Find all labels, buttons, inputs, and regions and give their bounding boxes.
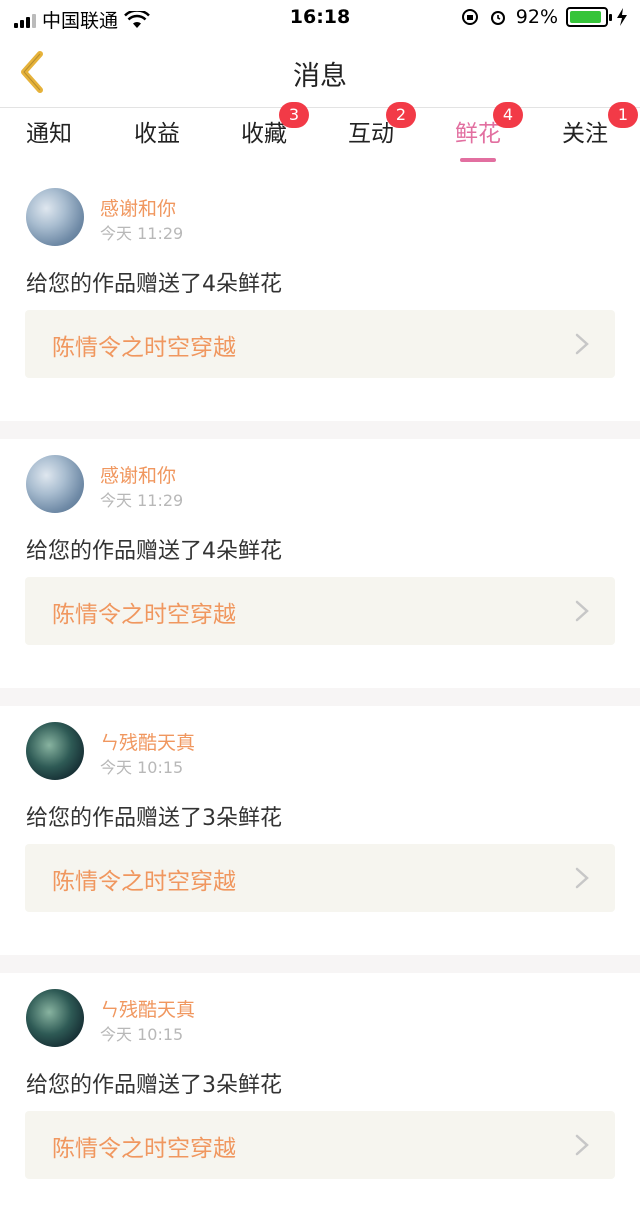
count-badge: 1 (608, 102, 638, 128)
chevron-right-icon (575, 867, 589, 889)
divider (0, 421, 640, 439)
work-title: 陈情令之时空穿越 (52, 1136, 236, 1162)
work-title: 陈情令之时空穿越 (52, 335, 236, 361)
chevron-right-icon (575, 333, 589, 355)
timestamp: 今天 10:15 (100, 758, 184, 777)
message-text: 给您的作品赠送了4朵鲜花 (26, 539, 282, 564)
status-bar: 中国联通 16:18 92% (0, 0, 640, 36)
user-name[interactable]: 感谢和你 (100, 194, 176, 221)
message-text: 给您的作品赠送了3朵鲜花 (26, 806, 282, 831)
work-title: 陈情令之时空穿越 (52, 869, 236, 895)
tab-earnings[interactable]: 收益 (134, 114, 180, 164)
message-text: 给您的作品赠送了4朵鲜花 (26, 272, 282, 297)
tab-label: 收益 (134, 121, 180, 147)
active-tab-indicator (460, 158, 496, 162)
work-link[interactable]: 陈情令之时空穿越 (25, 577, 615, 645)
status-right: 92% (460, 6, 628, 28)
timestamp: 今天 11:29 (100, 224, 184, 243)
count-badge: 3 (279, 102, 309, 128)
tab-interactions[interactable]: 互动 2 (348, 102, 416, 164)
avatar[interactable] (26, 188, 84, 246)
chevron-right-icon (575, 600, 589, 622)
message-card: ㄣ残酷天真 今天 10:15 给您的作品赠送了3朵鲜花 陈情令之时空穿越 (0, 706, 640, 955)
message-card: 感谢和你 今天 11:29 给您的作品赠送了4朵鲜花 陈情令之时空穿越 (0, 439, 640, 688)
work-link[interactable]: 陈情令之时空穿越 (25, 310, 615, 378)
battery-fill (570, 11, 602, 23)
tab-label: 关注 (562, 121, 608, 147)
timestamp: 今天 10:15 (100, 1025, 184, 1044)
tab-notifications[interactable]: 通知 (26, 114, 72, 164)
user-name[interactable]: 感谢和你 (100, 461, 176, 488)
tab-label: 收藏 (241, 121, 287, 147)
message-card: 感谢和你 今天 11:29 给您的作品赠送了4朵鲜花 陈情令之时空穿越 (0, 172, 640, 421)
battery-percent: 92% (515, 6, 558, 28)
tab-flowers[interactable]: 鲜花 4 (455, 102, 523, 164)
work-link[interactable]: 陈情令之时空穿越 (25, 1111, 615, 1179)
message-feed: 感谢和你 今天 11:29 给您的作品赠送了4朵鲜花 陈情令之时空穿越 感谢和你… (0, 172, 640, 1222)
user-name[interactable]: ㄣ残酷天真 (100, 728, 195, 755)
avatar[interactable] (26, 455, 84, 513)
orientation-lock-icon (461, 9, 478, 25)
avatar[interactable] (26, 989, 84, 1047)
avatar[interactable] (26, 722, 84, 780)
divider (0, 688, 640, 706)
tab-label: 鲜花 (455, 121, 501, 147)
battery-icon (566, 7, 612, 27)
tab-label: 通知 (26, 121, 72, 147)
tab-bar: 通知 收益 收藏 3 互动 2 鲜花 4 关注 1 (0, 102, 640, 172)
work-link[interactable]: 陈情令之时空穿越 (25, 844, 615, 912)
count-badge: 2 (386, 102, 416, 128)
user-name[interactable]: ㄣ残酷天真 (100, 995, 195, 1022)
divider (0, 955, 640, 973)
tab-following[interactable]: 关注 1 (562, 102, 638, 164)
page-title: 消息 (293, 61, 347, 92)
timestamp: 今天 11:29 (100, 491, 184, 510)
message-text: 给您的作品赠送了3朵鲜花 (26, 1073, 282, 1098)
tab-favorites[interactable]: 收藏 3 (241, 102, 309, 164)
charging-icon (617, 8, 627, 26)
message-card: ㄣ残酷天真 今天 10:15 给您的作品赠送了3朵鲜花 陈情令之时空穿越 (0, 973, 640, 1222)
count-badge: 4 (493, 102, 523, 128)
tab-label: 互动 (348, 121, 394, 147)
alarm-icon (490, 11, 505, 25)
work-title: 陈情令之时空穿越 (52, 602, 236, 628)
nav-bar: 消息 (0, 36, 640, 108)
chevron-right-icon (575, 1134, 589, 1156)
